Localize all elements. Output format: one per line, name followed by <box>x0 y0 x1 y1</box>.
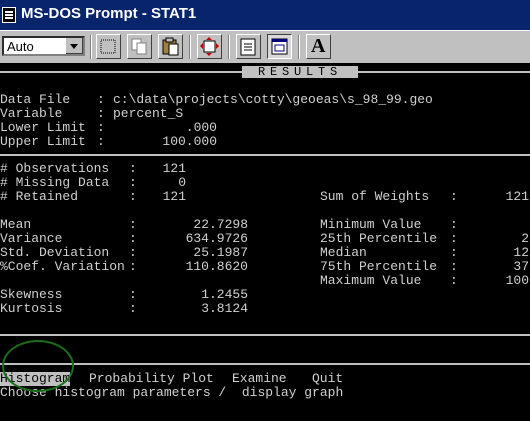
copy-icon <box>131 38 147 55</box>
separator-colon: : <box>450 245 458 260</box>
sum-of-weights-value: 121 <box>505 189 529 204</box>
std-deviation-label: Std. Deviation <box>0 245 110 260</box>
menu-item-examine[interactable]: Examine <box>232 372 287 386</box>
retained-label: # Retained <box>0 189 79 204</box>
properties-icon <box>240 38 256 56</box>
font-size-value: Auto <box>7 39 34 54</box>
ms-dos-icon[interactable] <box>2 7 16 23</box>
minimum-value-label: Minimum Value <box>320 217 422 232</box>
separator-colon: : <box>129 245 137 260</box>
fullscreen-icon <box>200 37 219 56</box>
data-file-value: c:\data\projects\cotty\geoeas\s_98_99.ge… <box>113 92 433 107</box>
separator-colon: : <box>450 273 458 288</box>
annotation-circle <box>2 340 74 392</box>
separator-colon: : <box>129 175 137 190</box>
skewness-label: Skewness <box>0 287 63 302</box>
separator-colon: : <box>129 259 137 274</box>
window-title: MS-DOS Prompt - STAT1 <box>21 5 197 22</box>
separator-colon: : <box>129 301 137 316</box>
mark-button[interactable] <box>96 34 121 59</box>
variable-label: Variable <box>0 106 63 121</box>
separator-colon: : <box>97 106 105 121</box>
variance-value: 634.9726 <box>185 231 248 246</box>
background-button[interactable] <box>267 34 292 59</box>
font-button[interactable]: A <box>306 34 331 59</box>
separator-colon: : <box>97 92 105 107</box>
toolbar-separator <box>298 35 300 59</box>
separator-colon: : <box>450 217 458 232</box>
toolbar-separator <box>228 35 230 59</box>
background-icon <box>271 38 288 55</box>
toolbar-separator <box>189 35 191 59</box>
font-icon: A <box>311 35 326 57</box>
results-header: RESULTS <box>242 66 358 78</box>
mark-icon <box>100 39 116 54</box>
median-value: 12 <box>513 245 529 260</box>
dropdown-arrow-icon[interactable] <box>65 38 83 54</box>
observations-label: # Observations <box>0 161 110 176</box>
mean-value: 22.7298 <box>193 217 248 232</box>
variance-label: Variance <box>0 231 63 246</box>
kurtosis-label: Kurtosis <box>0 301 63 316</box>
paste-button[interactable] <box>158 34 183 59</box>
maximum-value: 100 <box>505 273 529 288</box>
p75-label: 75th Percentile <box>320 259 438 274</box>
menu-item-quit[interactable]: Quit <box>312 372 343 386</box>
lower-limit-value: .000 <box>185 120 217 135</box>
title-bar[interactable]: MS-DOS Prompt - STAT1 <box>0 0 530 30</box>
p25-value: 2 <box>521 231 529 246</box>
separator-colon: : <box>97 134 105 149</box>
font-size-select[interactable]: Auto <box>2 36 85 56</box>
separator-colon: : <box>450 259 458 274</box>
upper-limit-label: Upper Limit <box>0 134 86 149</box>
divider <box>0 154 530 156</box>
std-deviation-value: 25.1987 <box>193 245 248 260</box>
toolbar: Auto A <box>0 30 530 63</box>
variable-value: percent_S <box>113 106 184 121</box>
missing-data-label: # Missing Data <box>0 175 110 190</box>
divider <box>0 363 530 365</box>
coef-variation-label: %Coef. Variation <box>0 259 125 274</box>
separator-colon: : <box>450 231 458 246</box>
data-file-label: Data File <box>0 92 71 107</box>
copy-button[interactable] <box>127 34 152 59</box>
p75-value: 37 <box>513 259 529 274</box>
separator-colon: : <box>97 120 105 135</box>
skewness-value: 1.2455 <box>201 287 248 302</box>
p25-label: 25th Percentile <box>320 231 438 246</box>
maximum-value-label: Maximum Value <box>320 273 422 288</box>
fullscreen-button[interactable] <box>197 34 222 59</box>
missing-data-value: 0 <box>178 175 186 190</box>
kurtosis-value: 3.8124 <box>201 301 248 316</box>
median-label: Median <box>320 245 367 260</box>
separator-colon: : <box>129 217 137 232</box>
paste-icon <box>162 37 179 56</box>
properties-button[interactable] <box>236 34 261 59</box>
toolbar-separator <box>90 35 92 59</box>
sum-of-weights-label: Sum of Weights <box>320 189 430 204</box>
separator-colon: : <box>129 231 137 246</box>
console-window[interactable]: RESULTS Data File : c:\data\projects\cot… <box>0 63 530 421</box>
separator-colon: : <box>129 189 137 204</box>
observations-value: 121 <box>162 161 186 176</box>
divider <box>0 334 530 336</box>
separator-colon: : <box>129 287 137 302</box>
coef-variation-value: 110.8620 <box>185 259 248 274</box>
mean-label: Mean <box>0 217 32 232</box>
menu-item-probability-plot[interactable]: Probability Plot <box>89 372 214 386</box>
separator-colon: : <box>129 161 137 176</box>
lower-limit-label: Lower Limit <box>0 120 86 135</box>
upper-limit-value: 100.000 <box>162 134 217 149</box>
retained-value: 121 <box>162 189 186 204</box>
separator-colon: : <box>450 189 458 204</box>
